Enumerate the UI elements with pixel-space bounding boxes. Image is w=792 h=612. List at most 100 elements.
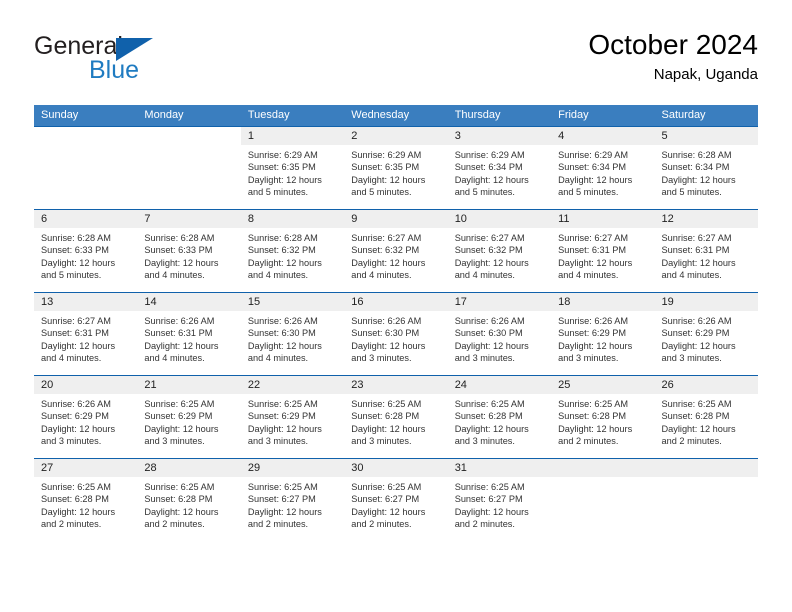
daylight-text: Daylight: 12 hours [41,340,116,351]
calendar-day-cell[interactable]: 9 Sunrise: 6:27 AM Sunset: 6:32 PM Daylight… [344,209,448,293]
calendar-day-cell[interactable]: 13 Sunrise: 6:27 AM Sunset: 6:31 PM Dayligh… [34,292,138,376]
day-cell-details: Sunrise: 6:26 AM Sunset: 6:30 PM Daylight:… [241,311,344,365]
calendar-day-cell[interactable]: 22 Sunrise: 6:25 AM Sunset: 6:29 PM Dayligh… [240,375,345,459]
daylight-text: Daylight: 12 hours [144,423,219,434]
calendar-day-cell[interactable]: 29 Sunrise: 6:25 AM Sunset: 6:27 PM Dayligh… [240,458,345,541]
day-cell-details: Sunrise: 6:26 AM Sunset: 6:31 PM Daylight:… [137,311,240,365]
daylight-text-cont: and 3 minutes. [661,353,722,364]
daylight-text: Daylight: 12 hours [558,257,633,268]
day-cell-inner [34,127,137,209]
calendar-day-cell[interactable]: 15 Sunrise: 6:26 AM Sunset: 6:30 PM Dayligh… [240,292,345,376]
sunset-text: Sunset: 6:27 PM [454,494,523,505]
sunrise-sunset-calendar-table: Sunday Monday Tuesday Wednesday Thursday… [34,105,758,541]
day-cell-inner: 2 Sunrise: 6:29 AM Sunset: 6:35 PM Daylight… [344,127,448,209]
sunset-text: Sunset: 6:28 PM [454,411,523,422]
sunrise-text: Sunrise: 6:29 AM [454,150,525,160]
calendar-day-cell[interactable]: 17 Sunrise: 6:26 AM Sunset: 6:30 PM Dayligh… [447,292,552,376]
sunset-text: Sunset: 6:32 PM [247,245,316,256]
day-cell-details: Sunrise: 6:27 AM Sunset: 6:32 PM Daylight:… [448,228,551,282]
day-number: 17 [447,293,552,311]
calendar-day-cell[interactable]: 14 Sunrise: 6:26 AM Sunset: 6:31 PM Dayligh… [137,292,241,376]
weekday-header-wednesday: Wednesday [344,105,448,127]
weekday-header-thursday: Thursday [447,105,552,127]
calendar-day-cell[interactable]: 21 Sunrise: 6:25 AM Sunset: 6:29 PM Dayligh… [137,375,241,459]
sunrise-text: Sunrise: 6:28 AM [41,233,111,243]
sunrise-text: Sunrise: 6:25 AM [558,399,629,409]
calendar-day-cell[interactable]: 2 Sunrise: 6:29 AM Sunset: 6:35 PM Daylight… [344,126,448,210]
daylight-text-cont: and 5 minutes. [558,187,619,198]
calendar-day-cell[interactable]: 16 Sunrise: 6:26 AM Sunset: 6:30 PM Dayligh… [344,292,448,376]
sunset-text: Sunset: 6:31 PM [661,245,730,256]
day-cell-details: Sunrise: 6:25 AM Sunset: 6:27 PM Daylight:… [344,477,447,531]
daylight-text-cont: and 5 minutes. [351,187,412,198]
calendar-week-row: 1 Sunrise: 6:29 AM Sunset: 6:35 PM Daylight… [34,126,758,210]
calendar-day-cell[interactable]: 30 Sunrise: 6:25 AM Sunset: 6:27 PM Dayligh… [344,458,448,541]
daylight-text: Daylight: 12 hours [454,257,529,268]
calendar-day-cell[interactable]: 12 Sunrise: 6:27 AM Sunset: 6:31 PM Dayligh… [654,209,758,293]
sunrise-text: Sunrise: 6:29 AM [558,150,629,160]
calendar-header-row: Sunday Monday Tuesday Wednesday Thursday… [34,105,758,127]
day-cell-details: Sunrise: 6:25 AM Sunset: 6:28 PM Daylight:… [137,477,240,531]
daylight-text-cont: and 4 minutes. [558,270,619,281]
day-cell-details: Sunrise: 6:25 AM Sunset: 6:28 PM Daylight:… [34,477,137,531]
daylight-text-cont: and 3 minutes. [41,436,102,447]
day-cell-inner: 27 Sunrise: 6:25 AM Sunset: 6:28 PM Dayligh… [34,459,138,541]
day-number: 16 [344,293,448,311]
calendar-day-cell[interactable]: 6 Sunrise: 6:28 AM Sunset: 6:33 PM Daylight… [34,209,138,293]
calendar-day-cell[interactable]: 25 Sunrise: 6:25 AM Sunset: 6:28 PM Dayligh… [551,375,655,459]
sunrise-text: Sunrise: 6:26 AM [661,316,732,326]
day-cell-details: Sunrise: 6:29 AM Sunset: 6:35 PM Daylight:… [241,145,344,199]
calendar-week-row: 27 Sunrise: 6:25 AM Sunset: 6:28 PM Dayligh… [34,458,758,541]
calendar-day-cell[interactable]: 8 Sunrise: 6:28 AM Sunset: 6:32 PM Daylight… [240,209,345,293]
daylight-text-cont: and 3 minutes. [351,353,412,364]
sunset-text: Sunset: 6:35 PM [247,162,316,173]
day-cell-inner [137,127,240,209]
day-cell-details: Sunrise: 6:27 AM Sunset: 6:32 PM Daylight:… [344,228,447,282]
daylight-text-cont: and 3 minutes. [144,436,205,447]
daylight-text: Daylight: 12 hours [41,257,116,268]
calendar-day-cell[interactable]: 28 Sunrise: 6:25 AM Sunset: 6:28 PM Dayligh… [137,458,241,541]
calendar-day-cell[interactable]: 11 Sunrise: 6:27 AM Sunset: 6:31 PM Dayligh… [551,209,655,293]
calendar-day-cell[interactable]: 27 Sunrise: 6:25 AM Sunset: 6:28 PM Dayligh… [34,458,138,541]
day-number: 9 [344,210,448,228]
calendar-day-cell[interactable]: 24 Sunrise: 6:25 AM Sunset: 6:28 PM Dayligh… [447,375,552,459]
day-number: 27 [34,459,138,477]
sunrise-text: Sunrise: 6:28 AM [247,233,318,243]
calendar-day-cell[interactable]: 26 Sunrise: 6:25 AM Sunset: 6:28 PM Dayligh… [654,375,758,459]
calendar-day-cell[interactable]: 7 Sunrise: 6:28 AM Sunset: 6:33 PM Daylight… [137,209,241,293]
calendar-day-cell[interactable]: 23 Sunrise: 6:25 AM Sunset: 6:28 PM Dayligh… [344,375,448,459]
calendar-day-cell[interactable]: 5 Sunrise: 6:28 AM Sunset: 6:34 PM Daylight… [654,126,758,210]
day-cell-details: Sunrise: 6:28 AM Sunset: 6:34 PM Daylight:… [655,145,758,199]
daylight-text-cont: and 4 minutes. [144,270,205,281]
calendar-day-cell[interactable]: 10 Sunrise: 6:27 AM Sunset: 6:32 PM Dayligh… [447,209,552,293]
brand-name-blue: Blue [89,56,140,84]
calendar-day-cell[interactable]: 1 Sunrise: 6:29 AM Sunset: 6:35 PM Daylight… [240,126,345,210]
calendar-day-cell[interactable]: 19 Sunrise: 6:26 AM Sunset: 6:29 PM Dayligh… [654,292,758,376]
sunset-text: Sunset: 6:28 PM [144,494,213,505]
weekday-header-monday: Monday [137,105,241,127]
day-cell-details: Sunrise: 6:27 AM Sunset: 6:31 PM Daylight:… [655,228,758,282]
day-cell-details: Sunrise: 6:26 AM Sunset: 6:29 PM Daylight:… [551,311,654,365]
daylight-text: Daylight: 12 hours [247,174,322,185]
calendar-day-cell[interactable]: 3 Sunrise: 6:29 AM Sunset: 6:34 PM Daylight… [447,126,552,210]
day-number: 24 [447,376,552,394]
general-blue-logo[interactable]: General Blue [34,32,274,90]
calendar-day-cell[interactable]: 31 Sunrise: 6:25 AM Sunset: 6:27 PM Dayligh… [447,458,552,541]
day-number: 22 [240,376,345,394]
calendar-day-cell[interactable]: 4 Sunrise: 6:29 AM Sunset: 6:34 PM Daylight… [551,126,655,210]
day-cell-inner: 18 Sunrise: 6:26 AM Sunset: 6:29 PM Dayligh… [551,293,655,375]
day-cell-details: Sunrise: 6:25 AM Sunset: 6:27 PM Daylight:… [448,477,551,531]
sunset-text: Sunset: 6:34 PM [454,162,523,173]
calendar-day-cell[interactable]: 20 Sunrise: 6:26 AM Sunset: 6:29 PM Dayligh… [34,375,138,459]
calendar-day-cell[interactable]: 18 Sunrise: 6:26 AM Sunset: 6:29 PM Dayligh… [551,292,655,376]
sunrise-text: Sunrise: 6:25 AM [144,482,215,492]
day-number: 12 [654,210,758,228]
daylight-text-cont: and 4 minutes. [454,270,515,281]
sunrise-text: Sunrise: 6:26 AM [41,399,111,409]
sunset-text: Sunset: 6:28 PM [351,411,420,422]
sunset-text: Sunset: 6:29 PM [661,328,730,339]
day-cell-inner: 25 Sunrise: 6:25 AM Sunset: 6:28 PM Dayligh… [551,376,655,458]
sunset-text: Sunset: 6:28 PM [661,411,730,422]
daylight-text-cont: and 3 minutes. [351,436,412,447]
sunset-text: Sunset: 6:32 PM [351,245,420,256]
